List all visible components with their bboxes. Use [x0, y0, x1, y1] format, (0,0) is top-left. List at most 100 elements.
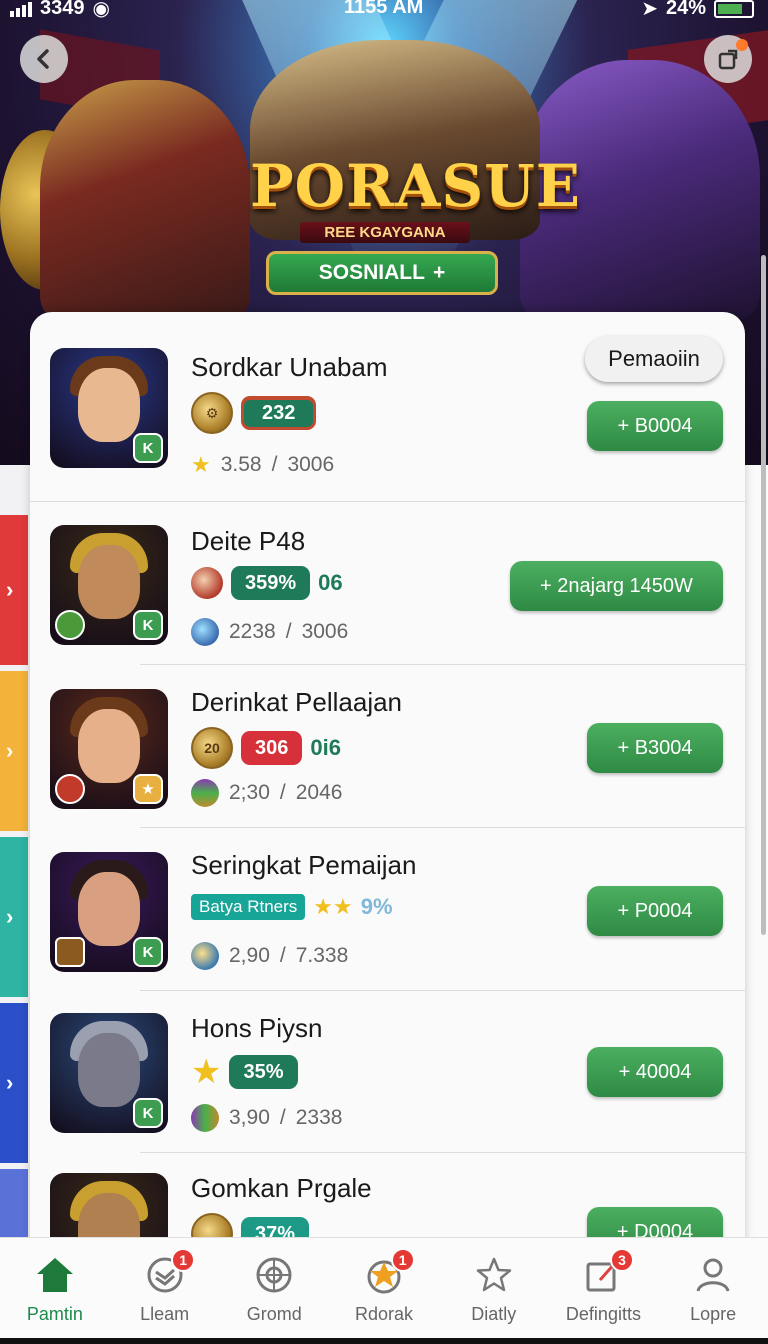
separator: / — [285, 620, 292, 643]
score-pill: 232 — [241, 396, 317, 430]
home-icon — [34, 1254, 76, 1296]
side-rail-red[interactable]: › — [0, 515, 28, 665]
carrier-label: 3349 — [40, 0, 85, 19]
clock: 1155 AM — [344, 0, 424, 18]
nav-item-edit[interactable]: 3 Defingitts — [549, 1238, 659, 1344]
nav-item-home[interactable]: Pamtin — [0, 1238, 110, 1344]
list-item[interactable]: K Seringkat Pemaijan Batya Rtners ★★ 9% … — [30, 828, 745, 991]
thumb-face — [78, 545, 140, 619]
list-item[interactable]: K Deite P48 359% 06 2238 / 3006 + 2najar… — [30, 502, 745, 665]
extra-value: 06 — [318, 570, 343, 595]
game-thumbnail: K — [50, 348, 168, 468]
side-rail-indigo[interactable] — [0, 1169, 28, 1237]
score-pill: 35% — [229, 1055, 298, 1089]
sparkle-icon: + — [432, 261, 446, 284]
star-icon: ★ — [191, 452, 211, 477]
action-button[interactable]: + 2najarg 1450W — [510, 561, 723, 611]
class-icon — [55, 774, 85, 804]
rating-value: 2,90 — [229, 944, 270, 967]
game-thumbnail: K — [50, 1013, 168, 1133]
action-button[interactable]: + B0004 — [587, 401, 723, 451]
share-badge — [736, 39, 748, 51]
count-value: 2046 — [295, 781, 343, 804]
action-button[interactable]: + 40004 — [587, 1047, 723, 1097]
tag-icon: K — [133, 433, 163, 463]
list-item[interactable]: K Sordkar Unabam ⚙ 232 ★ 3.58 / 3006 Pem… — [30, 312, 745, 502]
share-button[interactable] — [704, 35, 752, 83]
nav-label: Defingitts — [565, 1304, 641, 1324]
nav-label: Pamtin — [26, 1304, 83, 1324]
location-icon: ➤ — [641, 0, 658, 20]
notification-badge: 1 — [171, 1248, 196, 1272]
count-value: 2338 — [295, 1106, 343, 1129]
thumb-face — [78, 1033, 140, 1107]
battery-level: 24% — [665, 0, 706, 19]
action-button[interactable]: + B3004 — [587, 723, 723, 773]
medal-icon: ⚙ — [191, 392, 233, 434]
game-thumbnail: ★ — [50, 689, 168, 809]
side-rail-teal[interactable]: › — [0, 837, 28, 997]
hero-character-warrior — [40, 80, 250, 320]
hero-cta-button[interactable]: SOSNIALL + — [266, 251, 498, 295]
hero-cta-label: SOSNIALL — [318, 261, 425, 284]
thumb-face — [78, 709, 140, 783]
separator: / — [271, 453, 278, 476]
notification-badge: 1 — [390, 1248, 415, 1272]
game-name: Sordkar Unabam — [191, 352, 388, 382]
side-rail-orange[interactable]: › — [0, 671, 28, 831]
medal-icon: 20 — [191, 727, 233, 769]
game-name: Hons Piysn — [191, 1013, 323, 1043]
game-name: Seringkat Pemaijan — [191, 850, 417, 880]
side-rail-blue[interactable]: › — [0, 1003, 28, 1163]
back-button[interactable] — [20, 35, 68, 83]
genre-tag: Batya Rtners — [191, 894, 306, 920]
join-button[interactable]: Pemaoiin — [585, 336, 723, 382]
class-icon — [55, 937, 85, 967]
separator: / — [279, 781, 286, 804]
gem-icon — [191, 618, 219, 646]
nav-item-rank[interactable]: 1 Rdorak — [329, 1238, 439, 1344]
tag-icon: K — [133, 1098, 163, 1128]
hero-subtitle: REE KGAYGANA — [300, 222, 470, 243]
game-list-card: K Sordkar Unabam ⚙ 232 ★ 3.58 / 3006 Pem… — [30, 312, 745, 1272]
notification-badge: 3 — [610, 1248, 635, 1272]
nav-item-team[interactable]: 1 Lleam — [110, 1238, 220, 1344]
stars-icon: ★★ — [313, 894, 353, 919]
nav-item-star[interactable]: Diatly — [439, 1238, 549, 1344]
nav-label: Lopre — [690, 1304, 737, 1324]
count-value: 7.338 — [295, 944, 349, 967]
wifi-icon: ◉ — [92, 0, 110, 20]
list-item[interactable]: K Hons Piysn ★ 35% 3,90 / 2338 + 40004 — [30, 991, 745, 1153]
score-value: 232 — [244, 399, 314, 427]
game-thumbnail: K — [50, 852, 168, 972]
rating-value: 3,90 — [229, 1106, 270, 1129]
gem-icon — [191, 779, 219, 807]
rating-value: 3.58 — [220, 453, 262, 476]
tag-icon: ★ — [133, 774, 163, 804]
separator: / — [279, 1106, 286, 1129]
rating-value: 2;30 — [229, 781, 270, 804]
tag-icon: K — [133, 937, 163, 967]
gem-icon — [191, 942, 219, 970]
score-pill: 306 — [241, 731, 303, 765]
game-thumbnail: K — [50, 525, 168, 645]
list-item[interactable]: ★ Derinkat Pellaajan 20 306 0i6 2;30 / 2… — [30, 665, 745, 828]
action-button[interactable]: + P0004 — [587, 886, 723, 936]
battery-icon — [714, 0, 754, 18]
star-icon — [473, 1254, 515, 1296]
nav-label: Lleam — [140, 1304, 190, 1324]
nav-item-globe[interactable]: Gromd — [219, 1238, 329, 1344]
share-icon — [718, 49, 738, 70]
scrollbar[interactable] — [761, 255, 766, 935]
percent-value: 9% — [360, 894, 393, 919]
chevron-left-icon — [37, 49, 49, 69]
thumb-face — [78, 872, 140, 946]
nav-label: Diatly — [471, 1304, 517, 1324]
nav-item-profile[interactable]: Lopre — [658, 1238, 768, 1344]
star-icon: ★ — [191, 1053, 222, 1091]
separator: / — [279, 944, 286, 967]
gem-icon — [191, 1104, 219, 1132]
status-bar: 3349 ◉ 1155 AM ➤ 24% — [0, 0, 768, 28]
game-name: Gomkan Prgale — [191, 1173, 372, 1203]
nav-label: Rdorak — [355, 1304, 414, 1324]
